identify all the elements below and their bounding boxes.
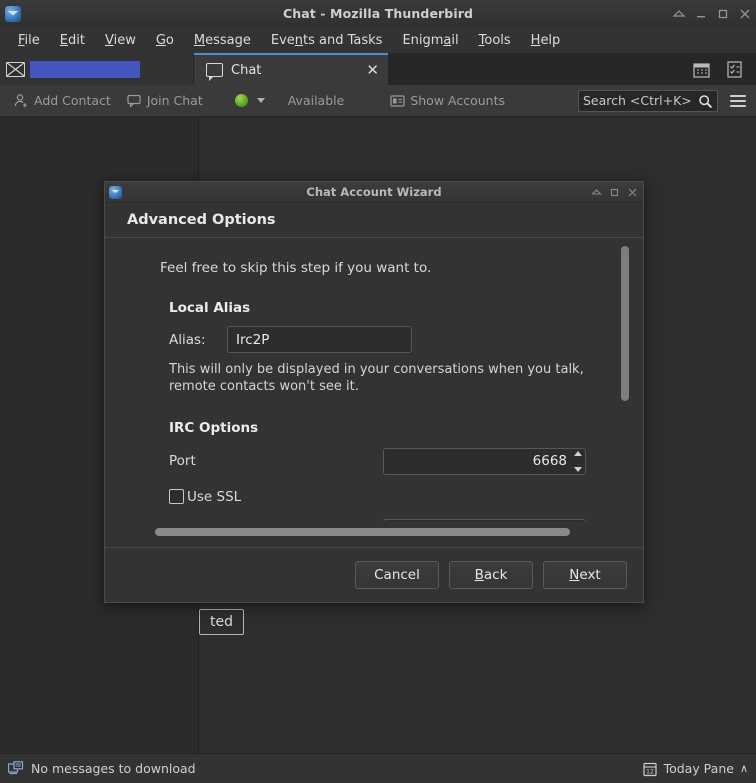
accounts-icon <box>390 94 405 107</box>
menu-events-and-tasks[interactable]: Events and Tasks <box>261 31 393 50</box>
character-set-input[interactable]: UTF-8 <box>383 518 586 521</box>
dialog-intro-text: Feel free to skip this step if you want … <box>160 260 432 276</box>
thunderbird-icon <box>5 5 21 22</box>
menubar: File Edit View Go Message Events and Tas… <box>0 27 756 53</box>
search-icon <box>698 94 713 111</box>
join-chat-label: Join Chat <box>146 93 203 108</box>
statusbar-divider-tick <box>198 731 199 754</box>
group-title-local-alias: Local Alias <box>169 300 251 316</box>
close-icon[interactable]: ✕ <box>363 62 382 78</box>
port-input[interactable]: 6668 <box>383 447 586 475</box>
window-titlebar: Chat - Mozilla Thunderbird <box>0 0 756 28</box>
tab-chat[interactable]: Chat ✕ <box>194 53 388 85</box>
dialog-title: Chat Account Wizard <box>306 185 442 199</box>
group-title-irc-options: IRC Options <box>169 419 259 436</box>
background-button-fragment[interactable]: ted <box>199 609 244 635</box>
svg-text:12: 12 <box>646 768 654 775</box>
options-scroll-pane: Feel free to skip this step if you want … <box>117 244 601 521</box>
tab-strip: Chat ✕ <box>0 53 756 86</box>
menu-message[interactable]: Message <box>184 31 261 50</box>
show-accounts-label: Show Accounts <box>410 93 506 108</box>
statusbar: No messages to download 12 Today Pane ∧ <box>0 731 756 783</box>
join-chat-button[interactable]: Join Chat <box>119 90 211 111</box>
redacted-account-name <box>30 60 140 78</box>
chat-account-wizard-dialog: Chat Account Wizard Advanced Options Fee… <box>104 181 644 603</box>
menu-edit[interactable]: Edit <box>50 31 95 50</box>
chat-bubble-icon <box>206 63 223 81</box>
status-selector[interactable]: Available <box>211 90 353 111</box>
download-messages-icon <box>8 761 24 775</box>
field-row-port: Port 6668 <box>117 447 601 475</box>
menu-tools[interactable]: Tools <box>469 31 521 50</box>
thunderbird-window: Chat - Mozilla Thunderbird File Edit Vie… <box>0 0 756 783</box>
menu-enigmail[interactable]: Enigmail <box>392 31 468 50</box>
alias-label: Alias: <box>169 331 206 348</box>
spinner-up-icon[interactable] <box>574 450 582 456</box>
field-row-character-set: Character Set UTF-8 <box>117 518 601 521</box>
close-icon[interactable] <box>627 183 638 202</box>
add-contact-label: Add Contact <box>34 93 111 108</box>
vertical-scrollbar-thumb[interactable] <box>621 246 629 401</box>
join-chat-icon <box>127 94 141 107</box>
vertical-scrollbar[interactable] <box>620 244 630 521</box>
chevron-down-icon[interactable] <box>256 98 265 103</box>
tab-chat-label: Chat <box>231 62 262 78</box>
alias-input[interactable]: Irc2P <box>227 326 412 353</box>
chat-toolbar: Add Contact Join Chat Available Show Acc… <box>0 85 756 117</box>
cancel-button[interactable]: Cancel <box>355 561 439 589</box>
close-icon[interactable] <box>738 7 752 21</box>
dialog-titlebar: Chat Account Wizard <box>105 182 643 203</box>
window-controls <box>672 0 752 27</box>
horizontal-scrollbar-thumb[interactable] <box>155 528 570 536</box>
alias-help-text: This will only be displayed in your conv… <box>169 362 601 396</box>
menu-help[interactable]: Help <box>521 31 571 50</box>
field-row-alias: Alias: Irc2P <box>117 326 601 353</box>
statusbar-message: No messages to download <box>31 761 196 776</box>
window-title: Chat - Mozilla Thunderbird <box>282 6 474 21</box>
dialog-body: Feel free to skip this step if you want … <box>105 238 643 547</box>
add-contact-icon <box>14 94 27 108</box>
today-pane-label: Today Pane <box>663 761 734 776</box>
maximize-icon[interactable] <box>609 183 620 202</box>
show-accounts-button[interactable]: Show Accounts <box>382 90 513 111</box>
today-pane-toggle[interactable]: 12 Today Pane ∧ <box>642 761 748 777</box>
next-button[interactable]: Next <box>543 561 627 589</box>
status-label: Available <box>287 93 345 108</box>
minimize-icon[interactable] <box>694 7 708 21</box>
menu-file[interactable]: File <box>8 31 50 50</box>
calendar-day-icon: 12 <box>642 762 657 776</box>
statusbar-left: No messages to download <box>8 761 196 776</box>
mail-icon <box>6 61 25 77</box>
port-value: 6668 <box>532 453 567 470</box>
calendar-icon[interactable] <box>692 60 711 79</box>
status-dot-icon <box>234 94 248 107</box>
dialog-footer: Cancel Back Next <box>105 547 643 602</box>
tabstrip-right-icons <box>692 60 756 85</box>
use-ssl-checkbox[interactable] <box>169 489 184 505</box>
back-button[interactable]: Back <box>449 561 533 589</box>
field-row-use-ssl[interactable]: Use SSL <box>117 489 601 505</box>
port-spinner[interactable] <box>574 450 582 472</box>
tab-mail[interactable] <box>0 53 194 85</box>
add-contact-button[interactable]: Add Contact <box>6 90 119 111</box>
dialog-header: Advanced Options <box>105 203 643 238</box>
search-input[interactable]: Search <Ctrl+K> <box>578 89 718 112</box>
hamburger-menu-icon[interactable] <box>730 92 746 110</box>
eject-icon[interactable] <box>591 183 602 202</box>
use-ssl-label: Use SSL <box>187 488 242 505</box>
menu-go[interactable]: Go <box>146 31 184 50</box>
search-placeholder: Search <Ctrl+K> <box>583 93 692 108</box>
dialog-window-controls <box>591 183 638 202</box>
spinner-down-icon[interactable] <box>574 466 582 472</box>
tasks-icon[interactable] <box>725 60 744 79</box>
chevron-up-icon[interactable]: ∧ <box>740 762 748 775</box>
maximize-icon[interactable] <box>716 7 730 21</box>
eject-icon[interactable] <box>672 7 686 21</box>
menu-view[interactable]: View <box>95 31 146 50</box>
port-label: Port <box>169 453 196 470</box>
horizontal-scrollbar[interactable] <box>153 526 595 538</box>
alias-help-line-2: remote contacts won't see it. <box>169 378 359 394</box>
alias-help-line-1: This will only be displayed in your conv… <box>169 362 584 377</box>
